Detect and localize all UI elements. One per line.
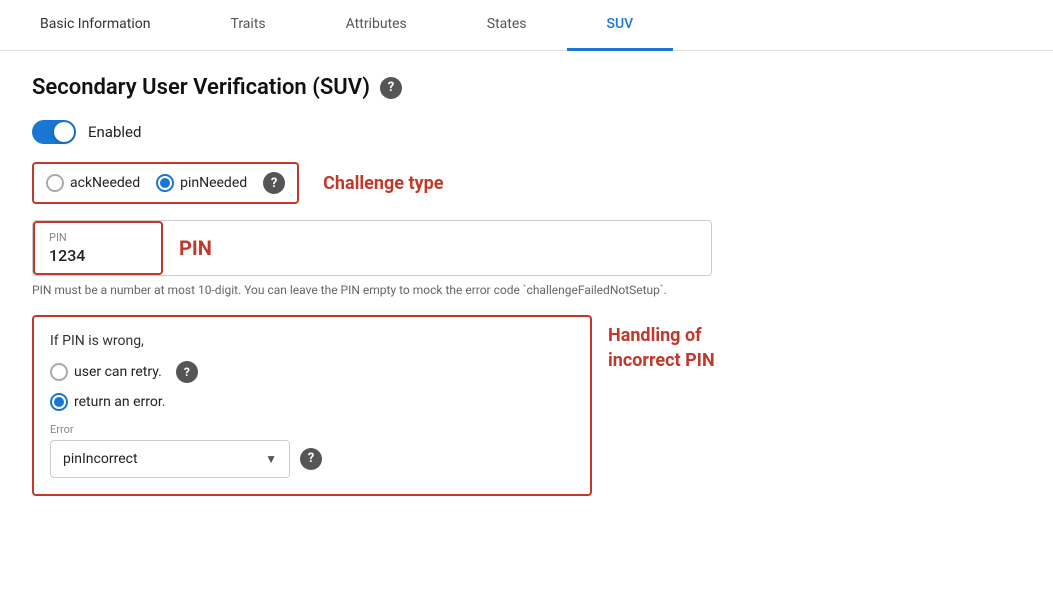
pin-field-label: PIN: [49, 231, 147, 244]
tab-attributes[interactable]: Attributes: [306, 0, 447, 51]
radio-ack-circle: [46, 174, 64, 192]
pin-hint: PIN must be a number at most 10-digit. Y…: [32, 282, 1021, 299]
radio-retry[interactable]: user can retry. ?: [50, 361, 574, 383]
radio-ack-needed[interactable]: ackNeeded: [46, 174, 140, 192]
enabled-label: Enabled: [88, 123, 141, 141]
pin-section: PIN 1234 PIN PIN must be a number at mos…: [32, 220, 1021, 299]
section-help-icon[interactable]: ?: [380, 77, 402, 99]
page-container: Basic Information Traits Attributes Stat…: [0, 0, 1053, 601]
main-content: Secondary User Verification (SUV) ? Enab…: [0, 51, 1053, 520]
section-title-text: Secondary User Verification (SUV): [32, 75, 370, 100]
enabled-toggle-row: Enabled: [32, 120, 1021, 144]
challenge-help-icon[interactable]: ?: [263, 172, 285, 194]
radio-retry-label: user can retry.: [74, 364, 162, 380]
retry-help-icon[interactable]: ?: [176, 361, 198, 383]
error-dropdown-wrapper: Error pinIncorrect ▼ ?: [50, 423, 574, 478]
challenge-type-annotation: Challenge type: [323, 173, 443, 194]
radio-pin-label: pinNeeded: [180, 175, 247, 191]
challenge-type-row: ackNeeded pinNeeded ? Challenge type: [32, 162, 1021, 204]
handling-box: If PIN is wrong, user can retry. ? retur…: [32, 315, 592, 496]
tab-traits[interactable]: Traits: [191, 0, 306, 51]
radio-return-error[interactable]: return an error.: [50, 393, 574, 411]
pin-annotation: PIN: [179, 236, 212, 260]
handling-title: If PIN is wrong,: [50, 333, 574, 349]
error-dropdown[interactable]: pinIncorrect ▼: [50, 440, 290, 478]
radio-pin-circle: [156, 174, 174, 192]
radio-retry-circle: [50, 363, 68, 381]
tab-states[interactable]: States: [447, 0, 567, 51]
error-dropdown-row: pinIncorrect ▼ ?: [50, 440, 574, 478]
handling-annotation-wrapper: Handling of incorrect PIN: [608, 323, 715, 373]
radio-pin-needed[interactable]: pinNeeded: [156, 174, 247, 192]
handling-row: If PIN is wrong, user can retry. ? retur…: [32, 315, 1021, 496]
radio-ack-label: ackNeeded: [70, 175, 140, 191]
challenge-type-box: ackNeeded pinNeeded ?: [32, 162, 299, 204]
pin-input-field-wrapper[interactable]: PIN 1234: [33, 221, 163, 275]
tab-suv[interactable]: SUV: [567, 0, 674, 51]
section-title-row: Secondary User Verification (SUV) ?: [32, 75, 1021, 100]
radio-error-circle: [50, 393, 68, 411]
tab-basic-information[interactable]: Basic Information: [0, 0, 191, 51]
pin-field-value: 1234: [49, 246, 147, 265]
tabs-bar: Basic Information Traits Attributes Stat…: [0, 0, 1053, 51]
error-dropdown-value: pinIncorrect: [63, 451, 138, 467]
pin-label-area: PIN: [163, 221, 711, 275]
dropdown-arrow-icon: ▼: [265, 452, 277, 466]
error-dropdown-help-icon[interactable]: ?: [300, 448, 322, 470]
handling-annotation: Handling of incorrect PIN: [608, 325, 715, 371]
radio-error-label: return an error.: [74, 394, 165, 410]
error-dropdown-label: Error: [50, 423, 574, 436]
enabled-toggle[interactable]: [32, 120, 76, 144]
